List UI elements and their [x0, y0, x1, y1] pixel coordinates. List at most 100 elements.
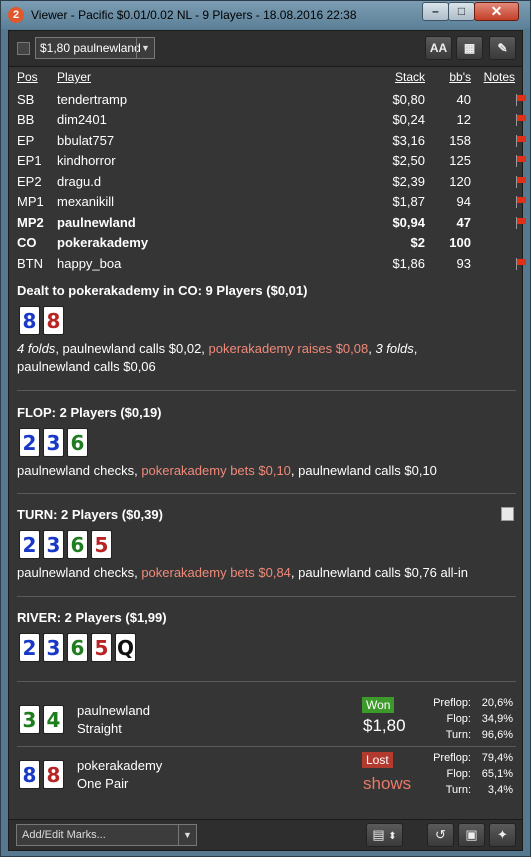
- app-logo-icon: 2: [8, 7, 24, 23]
- player-name: happy_boa: [57, 255, 122, 271]
- players-table: Pos Player Stack bb's Notes SB tendertram…: [17, 69, 526, 275]
- flag-icon: [515, 114, 527, 126]
- flag-icon: [515, 196, 527, 208]
- marks-select[interactable]: Add/Edit Marks... ▼: [16, 824, 197, 846]
- window-title: Viewer - Pacific $0.01/0.02 NL - 9 Playe…: [31, 8, 357, 22]
- player-row[interactable]: MP2 paulnewland $0,94 47: [17, 213, 526, 234]
- note-icon[interactable]: [501, 507, 514, 521]
- hand-select[interactable]: $1,80 paulnewland ▼: [35, 37, 155, 59]
- layout-button[interactable]: ▦: [456, 36, 483, 60]
- equity-value: 20,6%: [481, 697, 513, 709]
- player-pos: SB: [17, 91, 35, 107]
- player-row[interactable]: EP bbulat757 $3,16 158: [17, 131, 526, 152]
- export-button[interactable]: ▤ ⬍: [366, 823, 403, 847]
- player-pos: MP2: [17, 214, 44, 230]
- player-stack: $1,86: [392, 255, 425, 271]
- players-header-row: Pos Player Stack bb's Notes: [17, 69, 517, 90]
- player-stack: $2: [410, 235, 425, 250]
- flop-cards: 2 3 6: [17, 428, 516, 458]
- showdown-row-loser: 8 8 pokerakademy One Pair Lost shows Pre…: [17, 750, 516, 798]
- player-row[interactable]: BTN happy_boa $1,86 93: [17, 254, 526, 275]
- chevron-down-icon[interactable]: ▼: [178, 825, 196, 845]
- player-name: kindhorror: [57, 153, 116, 168]
- player-name: tendertramp: [57, 91, 128, 107]
- hand-checkbox[interactable]: [17, 42, 30, 55]
- player-row[interactable]: EP1 kindhorror $2,50 125: [17, 151, 526, 172]
- hero-action-text: pokerakademy bets $0,10: [141, 463, 291, 478]
- action-text: ,: [413, 341, 418, 356]
- player-row[interactable]: EP2 dragu.d $2,39 120: [17, 172, 526, 193]
- flag-icon: [515, 93, 527, 106]
- player-pos: EP1: [17, 153, 42, 168]
- maximize-button[interactable]: □: [448, 2, 475, 21]
- flag-icon: [515, 175, 527, 188]
- player-name: paulnewland: [57, 214, 136, 230]
- shows-text: shows: [363, 774, 412, 793]
- hand-select-value: $1,80 paulnewland: [40, 41, 141, 55]
- player-name: dim2401: [57, 112, 107, 127]
- share-button[interactable]: ✦: [489, 823, 516, 847]
- font-size-icon: AA: [429, 41, 448, 55]
- preflop-title: Dealt to pokerakademy in CO: 9 Players (…: [17, 283, 308, 298]
- equity-label: Preflop:: [433, 752, 471, 764]
- card: 3: [19, 705, 40, 734]
- minimize-icon: –: [432, 4, 439, 18]
- flop-actions: paulnewland checks, pokerakademy bets $0…: [17, 462, 516, 480]
- card: 2: [19, 633, 40, 662]
- close-icon: ✕: [490, 3, 503, 19]
- equity-label: Flop:: [446, 768, 471, 780]
- won-amount: $1,80: [363, 716, 406, 735]
- player-stack: $1,87: [392, 194, 425, 209]
- card: 8: [19, 306, 40, 335]
- equity-label: Turn:: [445, 784, 471, 796]
- card: 3: [43, 633, 64, 662]
- card: 4: [43, 705, 64, 734]
- bottom-toolbar: Add/Edit Marks... ▼ ▤ ⬍ ↺ ▣ ✦: [9, 819, 522, 850]
- turn-section: TURN: 2 Players ($0,39) 2 3 6 5 paulnewl…: [17, 507, 516, 582]
- showdown-row-winner: 3 4 paulnewland Straight Won $1,80 Prefl…: [17, 695, 516, 743]
- card: 5: [91, 633, 112, 662]
- card: 2: [19, 530, 40, 559]
- player-bbs: 12: [456, 112, 471, 127]
- save-button[interactable]: ▣: [458, 823, 485, 847]
- col-player-header[interactable]: Player: [57, 70, 91, 84]
- player-stack: $2,50: [392, 153, 425, 168]
- won-badge: Won: [362, 697, 395, 713]
- card: 2: [19, 428, 40, 457]
- turn-cards: 2 3 6 5: [17, 530, 516, 560]
- player-row[interactable]: SB tendertramp $0,80 40: [17, 90, 526, 111]
- player-row[interactable]: BB dim2401 $0,24 12: [17, 110, 526, 131]
- player-stack: $0,24: [392, 112, 425, 127]
- equity-label: Flop:: [446, 713, 471, 725]
- flag-icon: [515, 216, 527, 229]
- player-name: mexanikill: [57, 194, 115, 209]
- card: 8: [43, 760, 64, 789]
- minimize-button[interactable]: –: [422, 2, 449, 21]
- equity-value: 96,6%: [481, 729, 513, 741]
- twitter-icon: ✦: [497, 827, 508, 842]
- equity-label: Turn:: [445, 729, 471, 741]
- hand-viewer-panel: $1,80 paulnewland ▼ AA ▦ ✎ Pos Player St…: [8, 30, 526, 851]
- top-toolbar: $1,80 paulnewland ▼ AA ▦ ✎: [9, 31, 522, 67]
- card: 8: [43, 306, 64, 335]
- chevron-down-icon[interactable]: ▼: [136, 38, 154, 58]
- player-row[interactable]: CO pokerakademy $2 100: [17, 233, 517, 254]
- close-button[interactable]: ✕: [474, 2, 519, 21]
- replay-button[interactable]: ↺: [427, 823, 454, 847]
- col-pos-header[interactable]: Pos: [17, 70, 38, 84]
- col-stack-header[interactable]: Stack: [395, 70, 425, 84]
- showdown-hand: Straight: [77, 721, 122, 736]
- maximize-icon: □: [457, 4, 466, 18]
- edit-button[interactable]: ✎: [489, 36, 516, 60]
- title-bar[interactable]: 2 Viewer - Pacific $0.01/0.02 NL - 9 Pla…: [1, 1, 530, 29]
- font-size-button[interactable]: AA: [425, 36, 452, 60]
- showdown-hand: One Pair: [77, 776, 129, 791]
- player-row[interactable]: MP1 mexanikill $1,87 94: [17, 192, 526, 213]
- col-bbs-header[interactable]: bb's: [449, 70, 471, 84]
- player-bbs: 120: [449, 173, 471, 189]
- col-notes-header[interactable]: Notes: [484, 70, 515, 84]
- card: 3: [43, 428, 64, 457]
- divider: [17, 390, 516, 391]
- action-text: 4 folds: [17, 341, 56, 356]
- equity-value: 3,4%: [487, 784, 513, 796]
